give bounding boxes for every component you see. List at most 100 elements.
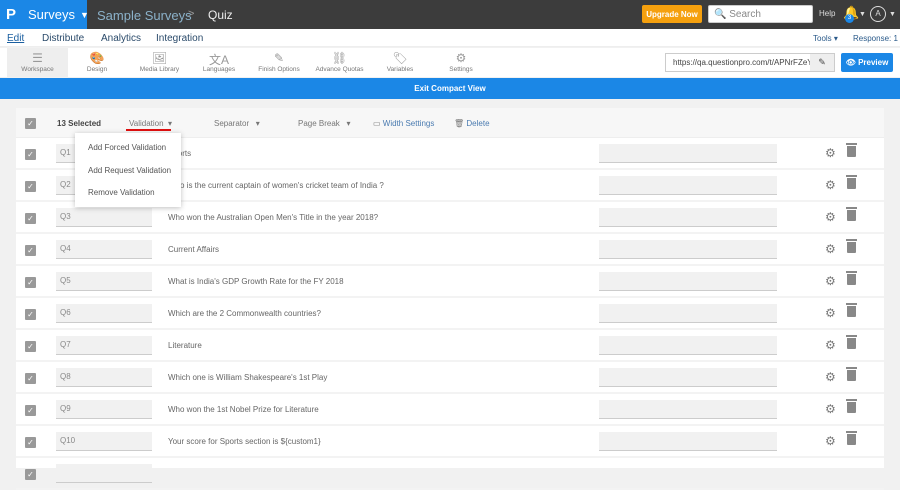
question-input[interactable] [599,208,777,227]
gear-icon[interactable]: ⚙ [825,402,836,416]
question-label-input[interactable]: Q9 [56,400,152,419]
gear-icon[interactable]: ⚙ [825,274,836,288]
toolbar-design[interactable]: 🎨 Design [72,48,122,77]
avatar[interactable]: A [870,6,886,22]
row-checkbox[interactable]: ✓ [25,213,36,224]
gear-icon[interactable]: ⚙ [825,210,836,224]
question-text[interactable]: Your score for Sports section is ${custo… [168,437,321,446]
pencil-icon[interactable]: ✎ [810,54,834,71]
question-text[interactable]: Who is the current captain of women's cr… [168,181,384,190]
survey-url-field[interactable]: https://qa.questionpro.com/t/APNrFZeY ✎ [665,53,835,72]
question-label-input[interactable]: Q6 [56,304,152,323]
gear-icon[interactable]: ⚙ [825,146,836,160]
question-input[interactable] [599,176,777,195]
gear-icon[interactable]: ⚙ [825,242,836,256]
caret-down-icon[interactable]: ▼ [889,11,896,18]
question-input[interactable] [599,400,777,419]
tab-edit[interactable]: Edit [7,33,24,44]
question-text[interactable]: Current Affairs [168,245,219,254]
toolbar-workspace[interactable]: ☰ Workspace [7,48,68,77]
question-label-input[interactable]: Q8 [56,368,152,387]
question-text[interactable]: What is India's GDP Growth Rate for the … [168,277,344,286]
delete-button[interactable]: 🗑 Delete [454,119,490,128]
trash-icon[interactable] [846,303,857,317]
toolbar-settings[interactable]: ⚙ Settings [440,48,482,77]
exit-compact-view-button[interactable]: Exit Compact View [0,78,900,99]
row-checkbox[interactable]: ✓ [25,373,36,384]
row-checkbox[interactable]: ✓ [25,341,36,352]
row-checkbox[interactable]: ✓ [25,469,36,480]
toolbar-label: Variables [386,66,414,73]
row-checkbox[interactable]: ✓ [25,149,36,160]
row-checkbox[interactable]: ✓ [25,245,36,256]
trash-icon[interactable] [846,239,857,253]
width-settings-button[interactable]: ▭ Width Settings [373,119,434,128]
menu-item-add-forced-validation[interactable]: Add Forced Validation [88,143,166,152]
question-label-input[interactable]: Q5 [56,272,152,291]
gear-icon[interactable]: ⚙ [825,178,836,192]
question-label-input[interactable] [56,464,152,483]
question-label-input[interactable]: Q10 [56,432,152,451]
question-input[interactable] [599,144,777,163]
question-text[interactable]: Who won the Australian Open Men's Title … [168,213,378,222]
question-label-input[interactable]: Q4 [56,240,152,259]
question-input[interactable] [599,304,777,323]
caret-down-icon[interactable]: ▼ [859,11,866,18]
toolbar-advance-quotas[interactable]: ⛓ Advance Quotas [312,48,367,77]
breadcrumb-sample-surveys[interactable]: Sample Surveys [97,8,192,23]
question-input[interactable] [599,432,777,451]
row-checkbox[interactable]: ✓ [25,277,36,288]
trash-icon[interactable] [846,175,857,189]
toolbar-media-library[interactable]: 🖼 Media Library [132,48,187,77]
trash-icon[interactable] [846,143,857,157]
upgrade-now-button[interactable]: Upgrade Now [642,5,702,23]
preview-button[interactable]: 👁 Preview [841,53,893,72]
question-label-input[interactable]: Q3 [56,208,152,227]
question-input[interactable] [599,368,777,387]
response-count[interactable]: Response: 1 [853,34,898,43]
separator-dropdown[interactable]: Separator ▾ [214,119,260,128]
row-checkbox[interactable]: ✓ [25,181,36,192]
question-text[interactable]: Who won the 1st Nobel Prize for Literatu… [168,405,319,414]
toolbar-finish-options[interactable]: ✎ Finish Options [253,48,305,77]
tab-integration[interactable]: Integration [156,33,203,44]
select-all-checkbox[interactable]: ✓ [25,118,36,129]
gear-icon[interactable]: ⚙ [825,306,836,320]
search-input[interactable]: 🔍 Search [708,5,813,23]
question-text[interactable]: Literature [168,341,202,350]
menu-item-remove-validation[interactable]: Remove Validation [88,188,155,197]
separator-label: Separator [214,119,250,128]
question-text[interactable]: Which are the 2 Commonwealth countries? [168,309,321,318]
toolbar-languages[interactable]: 文A Languages [194,48,244,77]
trash-icon[interactable] [846,207,857,221]
gear-icon[interactable]: ⚙ [825,338,836,352]
trash-icon[interactable] [846,367,857,381]
question-text[interactable]: Which one is William Shakespeare's 1st P… [168,373,327,382]
edit-nav: Edit Distribute Analytics Integration To… [0,29,900,47]
help-link[interactable]: Help [819,9,835,18]
question-label-input[interactable]: Q7 [56,336,152,355]
validation-dropdown[interactable]: Validation ▾ [129,119,172,128]
question-input[interactable] [599,240,777,259]
row-checkbox[interactable]: ✓ [25,405,36,416]
trash-icon[interactable] [846,399,857,413]
tools-menu[interactable]: Tools ▾ [813,34,838,43]
row-checkbox[interactable]: ✓ [25,437,36,448]
tab-distribute[interactable]: Distribute [42,33,84,44]
trash-icon[interactable] [846,431,857,445]
menu-item-add-request-validation[interactable]: Add Request Validation [88,166,171,175]
gear-icon[interactable]: ⚙ [825,370,836,384]
trash-icon[interactable] [846,271,857,285]
question-input[interactable] [599,336,777,355]
page-break-dropdown[interactable]: Page Break ▾ [298,119,351,128]
row-checkbox[interactable]: ✓ [25,309,36,320]
tab-analytics[interactable]: Analytics [101,33,141,44]
surveys-menu[interactable]: P Surveys ▼ [0,0,89,29]
preview-label: Preview [858,58,889,67]
image-icon: 🖼 [151,51,168,65]
palette-icon: 🎨 [89,51,105,65]
gear-icon[interactable]: ⚙ [825,434,836,448]
toolbar-variables[interactable]: 🏷 Variables [377,48,423,77]
trash-icon[interactable] [846,335,857,349]
question-input[interactable] [599,272,777,291]
